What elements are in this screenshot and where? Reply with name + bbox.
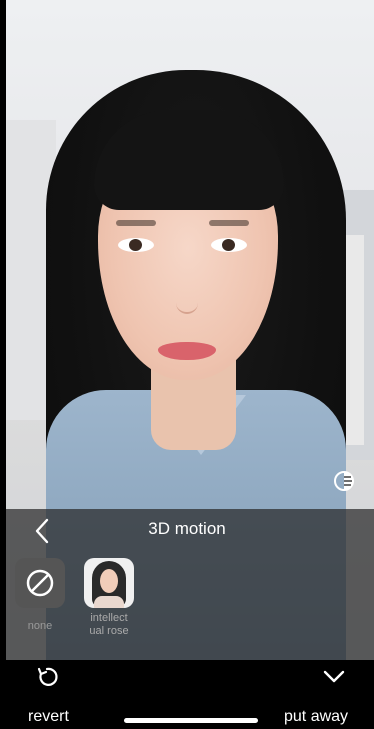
portrait-thumbnail-face	[100, 569, 118, 593]
panel-title: 3D motion	[148, 519, 226, 538]
screen: 3D motion none intellect ual rose revert…	[0, 0, 374, 729]
option-intellectual-rose-label: intellect ual rose	[89, 612, 129, 637]
left-eye	[118, 238, 154, 252]
contrast-icon	[334, 471, 354, 491]
chevron-down-icon	[323, 670, 345, 683]
option-none-label: none	[27, 620, 53, 632]
contrast-button[interactable]	[333, 470, 355, 492]
right-eye	[211, 238, 247, 252]
put-away-button[interactable]	[322, 668, 346, 684]
revert-icon	[37, 667, 58, 686]
put-away-label[interactable]: put away	[284, 708, 348, 726]
revert-label[interactable]: revert	[28, 708, 69, 726]
revert-button[interactable]	[36, 666, 58, 688]
none-icon	[26, 569, 54, 597]
portrait-thumbnail-body	[94, 596, 124, 608]
option-none[interactable]	[15, 558, 65, 608]
option-intellectual-rose[interactable]	[84, 558, 134, 608]
left-eyebrow	[116, 220, 156, 226]
home-indicator[interactable]	[124, 718, 258, 723]
right-eyebrow	[209, 220, 249, 226]
